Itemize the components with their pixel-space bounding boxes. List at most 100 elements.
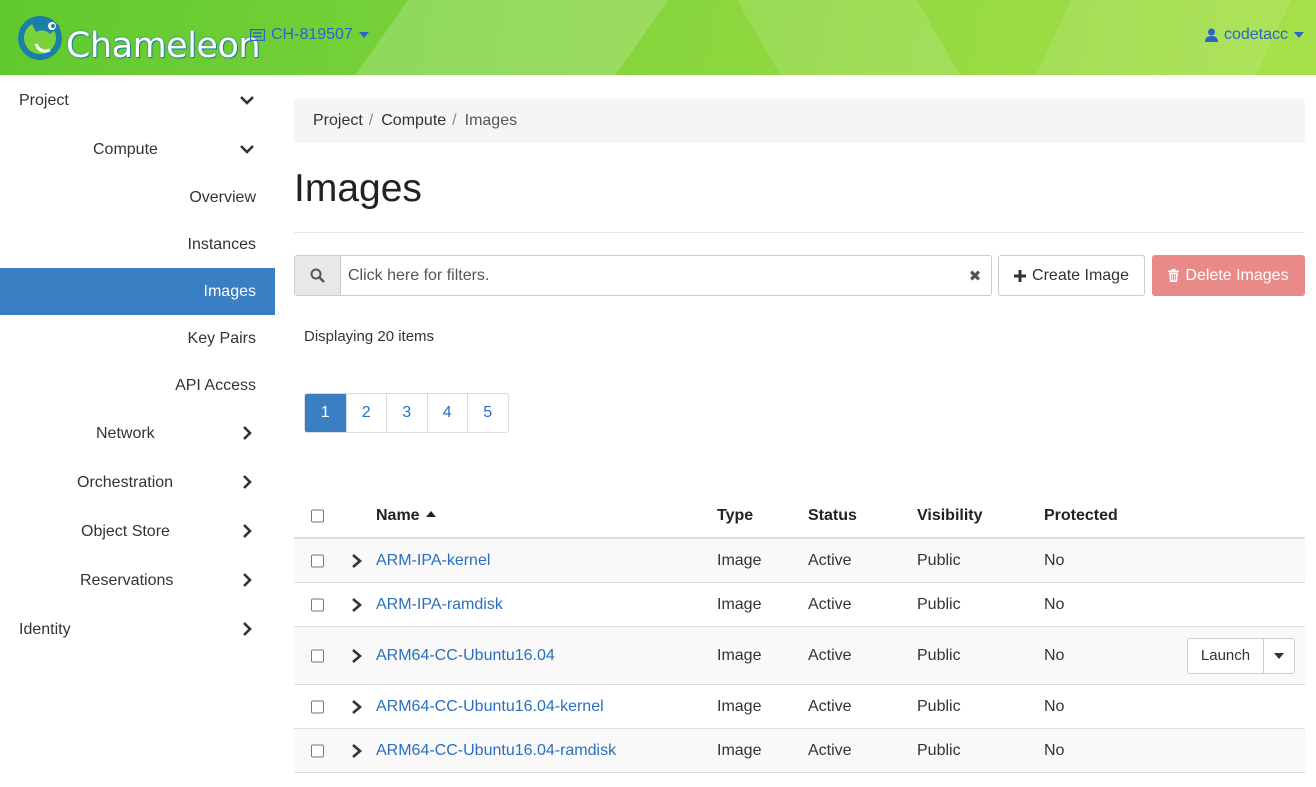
column-header-type[interactable]: Type <box>717 507 753 525</box>
pagination: 1 2 3 4 5 <box>304 393 509 433</box>
chevron-right-icon[interactable] <box>351 597 363 612</box>
sidebar-item-compute[interactable]: Compute <box>0 126 275 173</box>
row-checkbox[interactable] <box>311 554 324 567</box>
row-checkbox[interactable] <box>311 700 324 713</box>
table-row: ARM-IPA-ramdisk Image Active Public No <box>294 583 1305 627</box>
delete-images-label: Delete Images <box>1185 266 1289 284</box>
image-name-link[interactable]: ARM64-CC-Ubuntu16.04-kernel <box>376 698 604 716</box>
table-row: ARM64-CC-Ubuntu16.04-ramdisk Image Activ… <box>294 729 1305 773</box>
image-status: Active <box>808 741 852 759</box>
table-row: ARM64-CC-Ubuntu16.04-kernel Image Active… <box>294 685 1305 729</box>
filter-input[interactable] <box>341 256 959 295</box>
project-name: CH-819507 <box>271 26 353 43</box>
sidebar-item-label: Reservations <box>80 571 174 589</box>
image-name-link[interactable]: ARM64-CC-Ubuntu16.04-ramdisk <box>376 742 616 760</box>
select-all-checkbox[interactable] <box>311 509 324 522</box>
user-name: codetacc <box>1223 26 1288 43</box>
image-name-link[interactable]: ARM-IPA-kernel <box>376 552 490 570</box>
sidebar-item-label: Images <box>203 282 256 300</box>
chevron-right-icon[interactable] <box>351 743 363 758</box>
column-header-visibility[interactable]: Visibility <box>917 507 983 525</box>
sidebar-item-object-store[interactable]: Object Store <box>0 508 275 555</box>
page-link-3[interactable]: 3 <box>386 394 427 432</box>
user-icon <box>1204 28 1218 42</box>
chevron-down-icon <box>358 32 369 38</box>
image-visibility: Public <box>917 551 961 569</box>
page-link-1[interactable]: 1 <box>305 394 346 432</box>
project-selector[interactable]: CH-819507 <box>250 26 369 44</box>
sidebar-item-orchestration[interactable]: Orchestration <box>0 459 275 506</box>
page-link-2[interactable]: 2 <box>345 394 387 432</box>
breadcrumb-separator: / <box>368 112 374 129</box>
sidebar-item-label: Identity <box>19 620 71 638</box>
filter-bar: ✖ <box>294 255 992 296</box>
sidebar-item-api-access[interactable]: API Access <box>0 362 275 409</box>
launch-button-group: Launch <box>1187 637 1295 674</box>
page-link-5[interactable]: 5 <box>467 394 508 432</box>
project-icon <box>250 29 265 41</box>
sidebar-item-label: Overview <box>189 188 256 206</box>
image-status: Active <box>808 595 852 613</box>
image-type: Image <box>717 646 762 664</box>
search-icon <box>310 268 325 283</box>
sidebar-item-label: Project <box>19 91 69 109</box>
image-protected: No <box>1044 741 1065 759</box>
table-header: Name Type Status Visibility Protected <box>294 494 1305 539</box>
image-visibility: Public <box>917 646 961 664</box>
sidebar-item-identity[interactable]: Identity <box>0 606 275 653</box>
page-link-4[interactable]: 4 <box>426 394 468 432</box>
breadcrumb-compute[interactable]: Compute <box>381 112 446 130</box>
sidebar-item-label: Compute <box>93 140 158 158</box>
chevron-down-icon <box>240 145 254 154</box>
breadcrumb-project[interactable]: Project <box>313 112 363 130</box>
sidebar-item-label: Instances <box>187 235 256 253</box>
chevron-down-icon <box>1294 32 1304 38</box>
chevron-down-icon <box>240 96 254 105</box>
chameleon-logo[interactable]: Chameleon <box>16 10 261 66</box>
delete-images-button[interactable]: Delete Images <box>1152 255 1305 296</box>
sidebar-item-label: API Access <box>175 376 256 394</box>
column-header-protected[interactable]: Protected <box>1044 507 1118 525</box>
clear-icon[interactable]: ✖ <box>959 256 991 295</box>
chevron-right-icon[interactable] <box>351 648 363 663</box>
image-protected: No <box>1044 551 1065 569</box>
logo-text: Chameleon <box>66 26 261 66</box>
launch-button[interactable]: Launch <box>1188 638 1264 673</box>
breadcrumb-separator: / <box>452 112 457 129</box>
sidebar-item-images[interactable]: Images <box>0 268 275 315</box>
sidebar-item-project[interactable]: Project <box>0 77 275 124</box>
sidebar-item-label: Object Store <box>81 522 170 540</box>
sidebar-item-network[interactable]: Network <box>0 410 275 457</box>
plus-icon <box>1014 269 1027 282</box>
column-header-name[interactable]: Name <box>376 507 436 525</box>
image-type: Image <box>717 697 762 715</box>
sidebar-item-reservations[interactable]: Reservations <box>0 557 275 604</box>
image-status: Active <box>808 551 852 569</box>
chevron-right-icon <box>243 426 252 440</box>
row-checkbox[interactable] <box>311 744 324 757</box>
sort-ascending-icon <box>425 510 436 517</box>
sidebar-item-overview[interactable]: Overview <box>0 174 275 221</box>
item-count: Displaying 20 items <box>304 328 435 345</box>
page-title: Images <box>294 167 422 210</box>
image-protected: No <box>1044 697 1065 715</box>
chevron-right-icon <box>243 622 252 636</box>
table-body: ARM-IPA-kernel Image Active Public No AR… <box>294 539 1305 773</box>
image-name-link[interactable]: ARM-IPA-ramdisk <box>376 596 503 614</box>
user-menu[interactable]: codetacc <box>1204 26 1304 44</box>
chevron-right-icon[interactable] <box>351 699 363 714</box>
column-header-label: Name <box>376 506 420 524</box>
create-image-button[interactable]: Create Image <box>998 255 1145 296</box>
chevron-right-icon[interactable] <box>351 553 363 568</box>
column-header-status[interactable]: Status <box>808 507 857 525</box>
row-checkbox[interactable] <box>311 649 324 662</box>
image-status: Active <box>808 697 852 715</box>
image-name-link[interactable]: ARM64-CC-Ubuntu16.04 <box>376 647 555 665</box>
search-button[interactable] <box>295 256 341 295</box>
row-actions-dropdown[interactable] <box>1264 639 1294 673</box>
row-checkbox[interactable] <box>311 598 324 611</box>
sidebar-item-key-pairs[interactable]: Key Pairs <box>0 315 275 362</box>
breadcrumb: Project / Compute / Images <box>294 99 1305 143</box>
image-protected: No <box>1044 595 1065 613</box>
sidebar-item-instances[interactable]: Instances <box>0 221 275 268</box>
